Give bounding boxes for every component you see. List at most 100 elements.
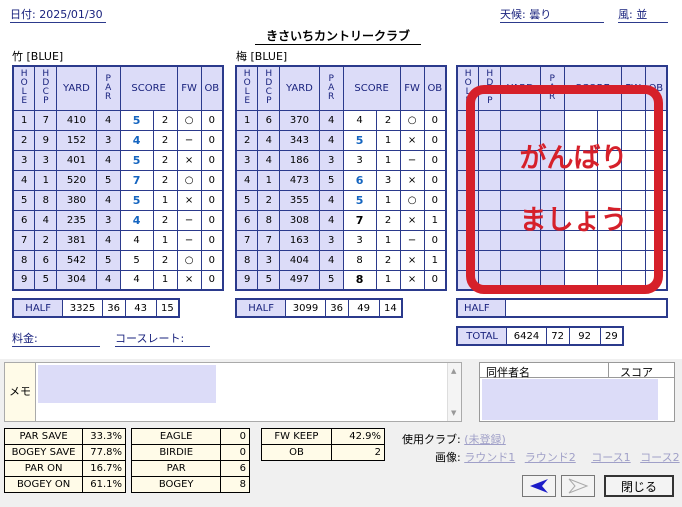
hole-row: 7 7 163 3 3 1−0 (235, 229, 447, 251)
cell-yard: 410 (56, 109, 97, 131)
cell-ob[interactable]: 0 (200, 109, 224, 131)
cell-fw[interactable]: ○ (176, 109, 202, 131)
cell-fw[interactable]: × (399, 129, 425, 151)
half-label: HALF (12, 298, 64, 318)
hole-row: 5 2 355 4 5 1 ○ 0 (235, 189, 447, 211)
companions-list[interactable]: 同伴者名 スコア (479, 362, 675, 422)
scroll-up-icon[interactable]: ▲ (451, 367, 456, 375)
cell-score[interactable]: 3 (342, 149, 377, 171)
cell-putt[interactable]: 3 (375, 169, 401, 191)
cell-putt[interactable]: 2 (152, 249, 178, 271)
cell-score[interactable]: 8 (342, 249, 377, 271)
cell-putt[interactable]: 1 (375, 229, 401, 251)
hole-row: 7 2 381 4 4 1−0 (12, 229, 224, 251)
cell-putt[interactable]: 2 (152, 169, 178, 191)
cell-score[interactable]: 4 (119, 209, 154, 231)
cell-putt[interactable]: 1 (152, 189, 178, 211)
cell-fw[interactable]: − (399, 229, 425, 251)
cell-ob[interactable]: 0 (423, 229, 447, 251)
cell-yard: 370 (279, 109, 320, 131)
cell-ob[interactable]: 0 (423, 149, 447, 171)
cell-fw[interactable]: − (176, 209, 202, 231)
cell-ob[interactable]: 0 (200, 129, 224, 151)
total-par: 72 (545, 326, 570, 346)
cell-ob[interactable]: 0 (200, 229, 224, 251)
cell-ob[interactable]: 0 (423, 189, 447, 211)
cell-putt[interactable]: 2 (375, 109, 401, 131)
col-par: PAR (318, 65, 344, 111)
cell-ob[interactable]: 0 (200, 249, 224, 271)
cell-ob[interactable]: 0 (423, 169, 447, 191)
prev-button[interactable] (522, 475, 556, 497)
cell-score[interactable]: 4 (342, 109, 377, 131)
cell-fw[interactable]: × (399, 269, 425, 291)
cell-score[interactable]: 7 (342, 209, 377, 231)
cell-fw[interactable]: × (176, 189, 202, 211)
scroll-down-icon[interactable]: ▼ (451, 409, 456, 417)
image-link-round1[interactable]: ラウンド1 (464, 451, 515, 464)
cell-ob[interactable]: 0 (423, 129, 447, 151)
cell-fw[interactable]: × (399, 209, 425, 231)
cell-ob[interactable]: 0 (423, 109, 447, 131)
cell-score[interactable]: 5 (119, 189, 154, 211)
cell-score[interactable]: 5 (119, 249, 154, 271)
cell-fw[interactable]: ○ (399, 109, 425, 131)
image-link-course2[interactable]: コース2 (640, 451, 679, 464)
cell-score[interactable]: 5 (342, 189, 377, 211)
cell-putt[interactable]: 1 (152, 269, 178, 291)
cell-score[interactable]: 3 (342, 229, 377, 251)
cell-ob[interactable]: 0 (200, 209, 224, 231)
cell-fw[interactable]: ○ (176, 169, 202, 191)
cell-fw[interactable]: − (176, 129, 202, 151)
cell-putt[interactable]: 2 (375, 249, 401, 271)
cell-ob[interactable]: 0 (200, 189, 224, 211)
close-button[interactable]: 閉じる (604, 475, 674, 497)
cell-score[interactable]: 4 (119, 269, 154, 291)
stats-table-counts: EAGLE 0 BIRDIE 0 PAR 6 BOGEY 8 (130, 428, 250, 493)
cell-putt[interactable]: 1 (375, 189, 401, 211)
cell-fw[interactable]: − (399, 149, 425, 171)
cell-ob[interactable]: 0 (200, 149, 224, 171)
cell-ob[interactable]: 0 (423, 269, 447, 291)
hole-row: 1 6 370 4 4 2 ○ 0 (235, 109, 447, 131)
cell-putt[interactable]: 1 (375, 149, 401, 171)
cell-score[interactable]: 4 (119, 229, 154, 251)
cell-ob[interactable]: 0 (200, 269, 224, 291)
cell-score[interactable]: 4 (119, 129, 154, 151)
image-link-course1[interactable]: コース1 (591, 451, 630, 464)
cell-putt[interactable]: 2 (152, 109, 178, 131)
cell-score[interactable]: 5 (119, 149, 154, 171)
cell-par: 3 (318, 149, 344, 171)
stat-key: BOGEY (130, 476, 222, 493)
cell-score[interactable]: 6 (342, 169, 377, 191)
cell-fw[interactable]: × (399, 249, 425, 271)
cell-putt[interactable]: 1 (375, 129, 401, 151)
cell-putt[interactable]: 2 (152, 149, 178, 171)
cell-score[interactable]: 5 (342, 129, 377, 151)
cell-putt[interactable]: 1 (152, 229, 178, 251)
cell-fw[interactable]: ○ (176, 249, 202, 271)
cell-fw[interactable]: × (399, 169, 425, 191)
clubs-link[interactable]: (未登録) (464, 433, 506, 446)
cell-putt[interactable]: 2 (375, 209, 401, 231)
cell-fw[interactable]: × (176, 269, 202, 291)
memo-input-area[interactable] (38, 365, 216, 403)
memo-label: メモ (5, 363, 36, 421)
cell-score[interactable]: 5 (119, 109, 154, 131)
cell-ob[interactable]: 1 (423, 249, 447, 271)
cell-putt[interactable]: 2 (152, 209, 178, 231)
cell-putt[interactable]: 2 (152, 129, 178, 151)
cell-fw[interactable]: × (176, 149, 202, 171)
cell-fw[interactable]: ○ (399, 189, 425, 211)
cell-score[interactable]: 8 (342, 269, 377, 291)
cell-hole: 4 (12, 169, 36, 191)
next-button[interactable] (561, 475, 595, 497)
memo-scrollbar[interactable]: ▲ ▼ (447, 363, 461, 421)
cell-score[interactable]: 7 (119, 169, 154, 191)
cell-ob[interactable]: 1 (423, 209, 447, 231)
image-link-round2[interactable]: ラウンド2 (525, 451, 576, 464)
cell-putt[interactable]: 1 (375, 269, 401, 291)
cell-fw[interactable]: − (176, 229, 202, 251)
cell-ob[interactable]: 0 (200, 169, 224, 191)
memo-field[interactable]: メモ ▲ ▼ (4, 362, 462, 422)
